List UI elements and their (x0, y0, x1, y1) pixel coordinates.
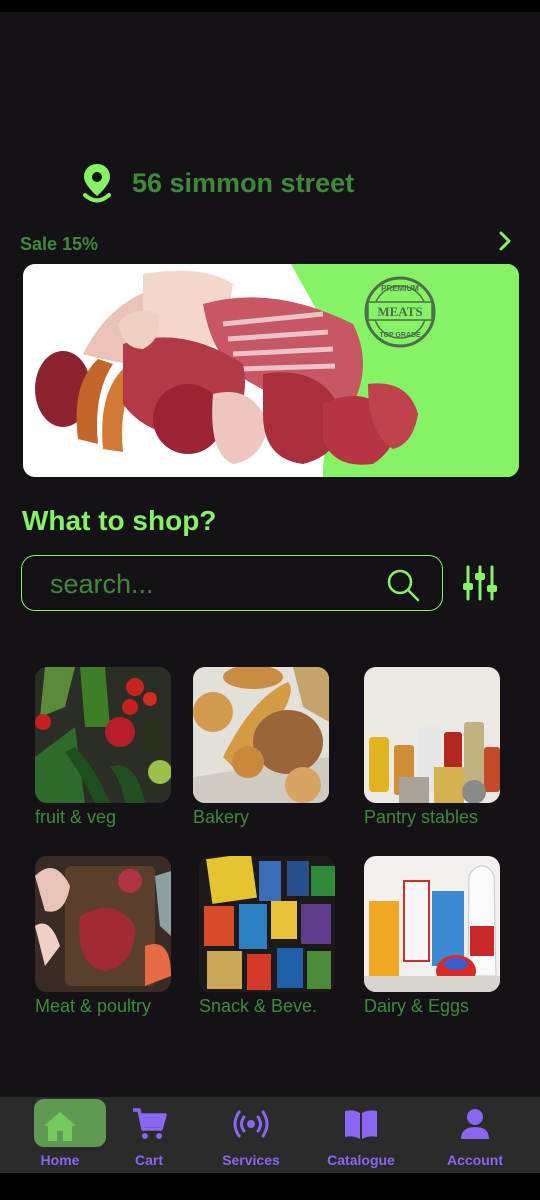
svg-text:PREMIUM: PREMIUM (381, 284, 419, 293)
nav-cart[interactable]: Cart (99, 1097, 199, 1173)
nav-label: Account (447, 1152, 503, 1168)
system-bottom-bar (0, 1173, 540, 1200)
section-title: What to shop? (22, 505, 217, 536)
category-label: Dairy & Eggs (364, 996, 470, 1016)
nav-services[interactable]: Services (201, 1097, 301, 1173)
person-icon (461, 1109, 489, 1139)
category-fruit-veg[interactable]: fruit & veg (35, 667, 205, 828)
category-label: Meat & poultry (35, 996, 152, 1016)
category-image (35, 856, 171, 992)
category-image (364, 667, 500, 803)
search-input[interactable] (48, 566, 372, 602)
nav-label: Services (222, 1152, 280, 1168)
home-icon (44, 1112, 76, 1141)
category-label: Bakery (193, 807, 250, 827)
category-dairy-eggs[interactable]: Dairy & Eggs (364, 856, 534, 1017)
category-label: Snack & Beve. (199, 996, 318, 1016)
nav-account[interactable]: Account (425, 1097, 525, 1173)
chevron-right-icon[interactable] (496, 230, 514, 252)
category-image (364, 856, 500, 992)
book-icon (345, 1110, 377, 1139)
sale-label: Sale 15% (20, 234, 99, 254)
search-bar[interactable] (21, 555, 443, 611)
filter-sliders-icon[interactable] (462, 565, 498, 601)
meat-banner-image: PREMIUM MEATS TOP GRADE (35, 264, 519, 477)
category-image (199, 856, 335, 992)
category-label: Pantry stables (364, 807, 479, 827)
bottom-navigation: Home Cart Services Catalogue Account (0, 1097, 540, 1173)
promo-banner[interactable]: PREMIUM MEATS TOP GRADE (23, 264, 519, 477)
cart-icon (133, 1108, 167, 1139)
broadcast-icon (233, 1110, 269, 1138)
category-meat-poultry[interactable]: Meat & poultry (35, 856, 205, 1017)
nav-label: Catalogue (327, 1152, 395, 1168)
nav-home[interactable]: Home (10, 1097, 110, 1173)
category-pantry[interactable]: Pantry stables (364, 667, 534, 828)
premium-meats-stamp: PREMIUM MEATS TOP GRADE (364, 276, 436, 348)
category-label: fruit & veg (35, 807, 117, 827)
status-bar (0, 0, 540, 12)
svg-text:MEATS: MEATS (377, 304, 422, 319)
location-pin-icon (83, 164, 111, 203)
nav-catalogue[interactable]: Catalogue (311, 1097, 411, 1173)
search-icon[interactable] (386, 568, 420, 602)
category-image (193, 667, 329, 803)
nav-label: Home (40, 1152, 80, 1168)
nav-label: Cart (134, 1152, 163, 1168)
svg-text:TOP GRADE: TOP GRADE (379, 332, 421, 339)
category-snack-beverages[interactable]: Snack & Beve. (199, 856, 369, 1017)
location-header[interactable]: 56 simmon street (82, 162, 354, 204)
address-text: 56 simmon street (132, 167, 355, 198)
category-image (35, 667, 171, 803)
category-bakery[interactable]: Bakery (193, 667, 363, 828)
